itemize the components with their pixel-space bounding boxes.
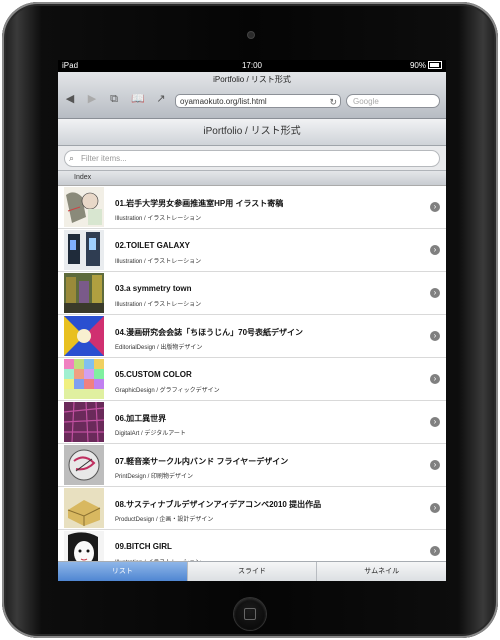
screen: iPad 17:00 90% iPortfolio / リスト形式 ◀ ▶ ⧉ …	[58, 60, 446, 581]
home-square-icon	[244, 608, 256, 620]
chevron-right-icon: ›	[430, 331, 440, 341]
chevron-right-icon: ›	[430, 503, 440, 513]
tab-thumbnail[interactable]: サムネイル	[317, 562, 446, 581]
portfolio-list: 01.岩手大学男女参画推進室HP用 イラスト寄稿 Illustration / …	[58, 186, 446, 581]
pages-icon[interactable]: ⧉	[106, 92, 122, 106]
chevron-right-icon: ›	[430, 460, 440, 470]
item-title: 01.岩手大学男女参画推進室HP用 イラスト寄稿	[115, 199, 284, 208]
thumbnail-image	[64, 316, 104, 356]
filter-input[interactable]: ⌕ Filter items...	[64, 150, 440, 167]
back-icon[interactable]: ◀	[62, 92, 78, 106]
item-category: ProductDesign / 企画・設計デザイン	[115, 517, 214, 523]
chevron-right-icon: ›	[430, 202, 440, 212]
search-icon: ⌕	[69, 153, 75, 163]
url-text: oyamaokuto.org/list.html	[180, 97, 267, 106]
item-category: Illustration / イラストレーション	[115, 216, 202, 222]
list-item[interactable]: 03.a symmetry town Illustration / イラストレー…	[58, 272, 446, 315]
thumbnail-image	[64, 187, 104, 227]
item-title: 04.漫画研究会会誌「ちほうじん」70号表紙デザイン	[115, 328, 304, 337]
thumbnail-image	[64, 402, 104, 442]
item-title: 05.CUSTOM COLOR	[115, 370, 192, 379]
list-item[interactable]: 02.TOILET GALAXY Illustration / イラストレーショ…	[58, 229, 446, 272]
search-field[interactable]: Google	[346, 94, 440, 108]
item-category: EditorialDesign / 出版物デザイン	[115, 345, 203, 351]
forward-icon[interactable]: ▶	[84, 92, 100, 106]
thumbnail-image	[64, 273, 104, 313]
clock: 17:00	[241, 61, 263, 70]
share-icon[interactable]: ↗	[153, 92, 169, 106]
browser-toolbar: iPortfolio / リスト形式 ◀ ▶ ⧉ 📖 ↗ oyamaokuto.…	[58, 72, 446, 119]
item-title: 02.TOILET GALAXY	[115, 241, 190, 250]
list-item[interactable]: 06.加工異世界 DigitalArt / デジタルアート ›	[58, 401, 446, 444]
chevron-right-icon: ›	[430, 288, 440, 298]
thumbnail-image	[64, 359, 104, 399]
list-item[interactable]: 07.軽音楽サークル内バンド フライヤーデザイン PrintDesign / 印…	[58, 444, 446, 487]
ipad-frame: iPad 17:00 90% iPortfolio / リスト形式 ◀ ▶ ⧉ …	[2, 2, 498, 638]
filter-bar: ⌕ Filter items...	[58, 146, 446, 170]
item-category: DigitalArt / デジタルアート	[115, 431, 186, 437]
item-title: 09.BITCH GIRL	[115, 542, 172, 551]
item-category: Illustration / イラストレーション	[115, 302, 202, 308]
chevron-right-icon: ›	[430, 417, 440, 427]
battery-icon	[428, 61, 442, 69]
list-item[interactable]: 05.CUSTOM COLOR GraphicDesign / グラフィックデザ…	[58, 358, 446, 401]
camera	[248, 32, 254, 38]
filter-placeholder: Filter items...	[81, 154, 127, 163]
item-title: 08.サスティナブルデザインアイデアコンペ2010 提出作品	[115, 500, 322, 509]
thumbnail-image	[64, 488, 104, 528]
item-title: 03.a symmetry town	[115, 284, 192, 293]
item-title: 07.軽音楽サークル内バンド フライヤーデザイン	[115, 457, 289, 466]
thumbnail-image	[64, 230, 104, 270]
chevron-right-icon: ›	[430, 374, 440, 384]
item-category: GraphicDesign / グラフィックデザイン	[115, 388, 220, 394]
chevron-right-icon: ›	[430, 546, 440, 556]
item-category: Illustration / イラストレーション	[115, 259, 202, 265]
thumbnail-image	[64, 445, 104, 485]
tab-list[interactable]: リスト	[58, 562, 188, 581]
list-item[interactable]: 01.岩手大学男女参画推進室HP用 イラスト寄稿 Illustration / …	[58, 186, 446, 229]
status-bar: iPad 17:00 90%	[58, 60, 446, 72]
list-item[interactable]: 04.漫画研究会会誌「ちほうじん」70号表紙デザイン EditorialDesi…	[58, 315, 446, 358]
bookmarks-icon[interactable]: 📖	[130, 92, 146, 106]
tab-slide[interactable]: スライド	[187, 562, 318, 581]
browser-page-title: iPortfolio / リスト形式	[213, 75, 291, 84]
battery-indicator: 90%	[410, 61, 442, 70]
battery-percent: 90%	[409, 61, 426, 70]
item-category: PrintDesign / 印刷物デザイン	[115, 474, 194, 480]
reload-icon[interactable]: ↻	[329, 95, 337, 109]
page-title: iPortfolio / リスト形式	[58, 119, 446, 146]
tab-bar: リスト スライド サムネイル	[58, 561, 446, 581]
home-button[interactable]	[234, 598, 266, 630]
item-title: 06.加工異世界	[115, 414, 167, 423]
list-section-header: Index	[58, 170, 446, 186]
list-item[interactable]: 08.サスティナブルデザインアイデアコンペ2010 提出作品 ProductDe…	[58, 487, 446, 530]
chevron-right-icon: ›	[430, 245, 440, 255]
address-bar[interactable]: oyamaokuto.org/list.html ↻	[175, 94, 341, 108]
